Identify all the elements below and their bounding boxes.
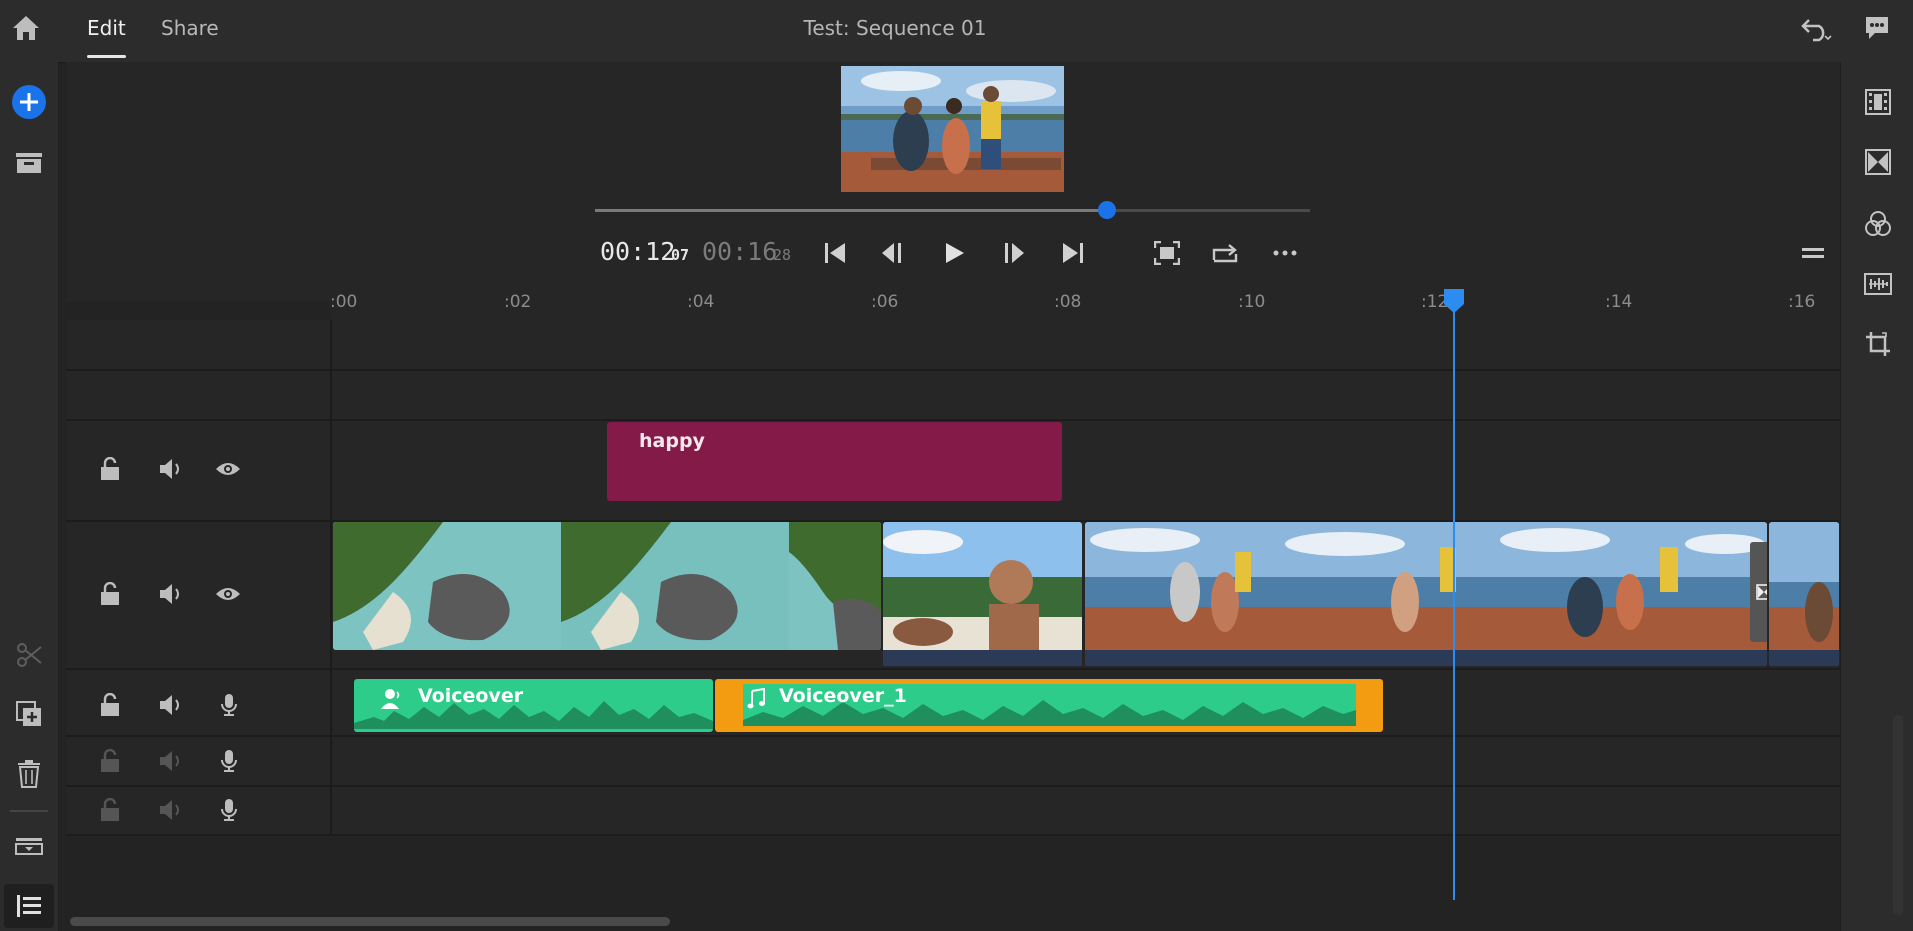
sequence-title: Test: Sequence 01	[760, 0, 1030, 56]
left-toolbar	[0, 62, 59, 931]
scrub-progress	[595, 209, 1107, 212]
current-frames: 07	[671, 246, 689, 264]
video-clip[interactable]	[1769, 522, 1839, 666]
more-options-icon[interactable]	[1268, 236, 1302, 270]
timeline-ruler[interactable]: :00 :02 :04 :06 :08 :10 :12 :14 :16	[330, 286, 1840, 320]
ruler-label: :06	[871, 292, 898, 312]
speaker-icon[interactable]	[154, 688, 188, 722]
microphone-icon[interactable]	[212, 688, 246, 722]
step-forward-button[interactable]	[996, 236, 1030, 270]
playhead-handle[interactable]	[1443, 288, 1465, 314]
loop-icon[interactable]	[1208, 236, 1242, 270]
audio-waveform	[1085, 650, 1767, 666]
crop-icon[interactable]	[1860, 326, 1896, 362]
video-clip[interactable]	[883, 522, 1082, 666]
microphone-icon[interactable]	[212, 744, 246, 778]
eye-icon[interactable]	[211, 577, 245, 611]
speaker-icon[interactable]	[154, 793, 188, 827]
speaker-icon[interactable]	[154, 744, 188, 778]
audio-icon[interactable]	[1860, 266, 1896, 302]
track-row-empty-1	[66, 320, 1840, 371]
feedback-icon[interactable]	[1857, 10, 1897, 46]
audio-clip-label: Voiceover_1	[779, 685, 907, 707]
duration-timecode: 00:16	[702, 237, 777, 266]
lock-icon[interactable]	[93, 688, 127, 722]
music-note-icon	[745, 687, 767, 711]
lock-icon[interactable]	[93, 577, 127, 611]
duration-frames: 28	[773, 246, 791, 264]
clip-properties-icon[interactable]	[1860, 84, 1896, 120]
audio-waveform	[883, 650, 1082, 666]
ruler-label: :04	[687, 292, 714, 312]
rail-divider	[10, 810, 48, 812]
transitions-icon[interactable]	[1860, 144, 1896, 180]
fit-frame-icon[interactable]	[1150, 236, 1184, 270]
step-back-button[interactable]	[876, 236, 910, 270]
ruler-label: :14	[1605, 292, 1632, 312]
add-media-icon[interactable]	[11, 84, 47, 120]
top-bar: Edit Share Test: Sequence 01	[0, 0, 1913, 63]
audio-clip-voiceover[interactable]: Voiceover	[354, 679, 713, 732]
speaker-icon[interactable]	[154, 452, 188, 486]
track-row-empty-2	[66, 371, 1840, 421]
video-clip[interactable]	[1085, 522, 1767, 666]
eye-icon[interactable]	[211, 452, 245, 486]
audio-waveform	[1769, 650, 1839, 666]
timeline-list-icon[interactable]	[4, 884, 54, 928]
track-header-divider	[330, 320, 332, 836]
tab-share[interactable]: Share	[161, 0, 219, 60]
panel-menu-icon[interactable]	[1796, 236, 1830, 270]
lock-icon[interactable]	[93, 793, 127, 827]
video-preview	[841, 66, 1064, 192]
track-height-icon[interactable]	[11, 830, 47, 862]
playhead[interactable]	[1453, 300, 1455, 900]
video-clip[interactable]	[333, 522, 881, 650]
home-icon[interactable]	[6, 8, 46, 48]
play-button[interactable]	[937, 236, 971, 270]
go-to-end-button[interactable]	[1056, 236, 1090, 270]
scissors-icon[interactable]	[11, 638, 47, 672]
ruler-label: :00	[330, 292, 357, 312]
go-to-start-button[interactable]	[818, 236, 852, 270]
title-clip[interactable]: happy	[607, 422, 1062, 501]
speaker-icon[interactable]	[154, 577, 188, 611]
trash-icon[interactable]	[11, 756, 47, 792]
lock-icon[interactable]	[93, 744, 127, 778]
voiceover-icon	[380, 687, 402, 711]
tab-edit[interactable]: Edit	[87, 0, 126, 60]
duplicate-icon[interactable]	[11, 696, 47, 732]
vertical-scrollbar[interactable]	[1893, 715, 1903, 915]
audio-clip-voiceover-1[interactable]: Voiceover_1	[715, 679, 1383, 732]
archive-icon[interactable]	[11, 146, 47, 180]
transition-marker-icon[interactable]	[1750, 542, 1767, 642]
horizontal-scrollbar[interactable]	[70, 917, 670, 926]
undo-icon[interactable]	[1797, 10, 1837, 46]
audio-clip-label: Voiceover	[418, 685, 523, 707]
track-row-audio-2	[66, 737, 1840, 787]
ruler-label: :16	[1788, 292, 1815, 312]
color-icon[interactable]	[1860, 206, 1896, 242]
current-timecode: 00:12	[600, 237, 675, 266]
ruler-label: :02	[504, 292, 531, 312]
track-row-audio-3	[66, 787, 1840, 836]
scrub-handle[interactable]	[1098, 201, 1116, 219]
microphone-icon[interactable]	[212, 793, 246, 827]
ruler-label: :10	[1238, 292, 1265, 312]
lock-icon[interactable]	[93, 452, 127, 486]
title-clip-label: happy	[639, 430, 705, 452]
ruler-label: :08	[1054, 292, 1081, 312]
